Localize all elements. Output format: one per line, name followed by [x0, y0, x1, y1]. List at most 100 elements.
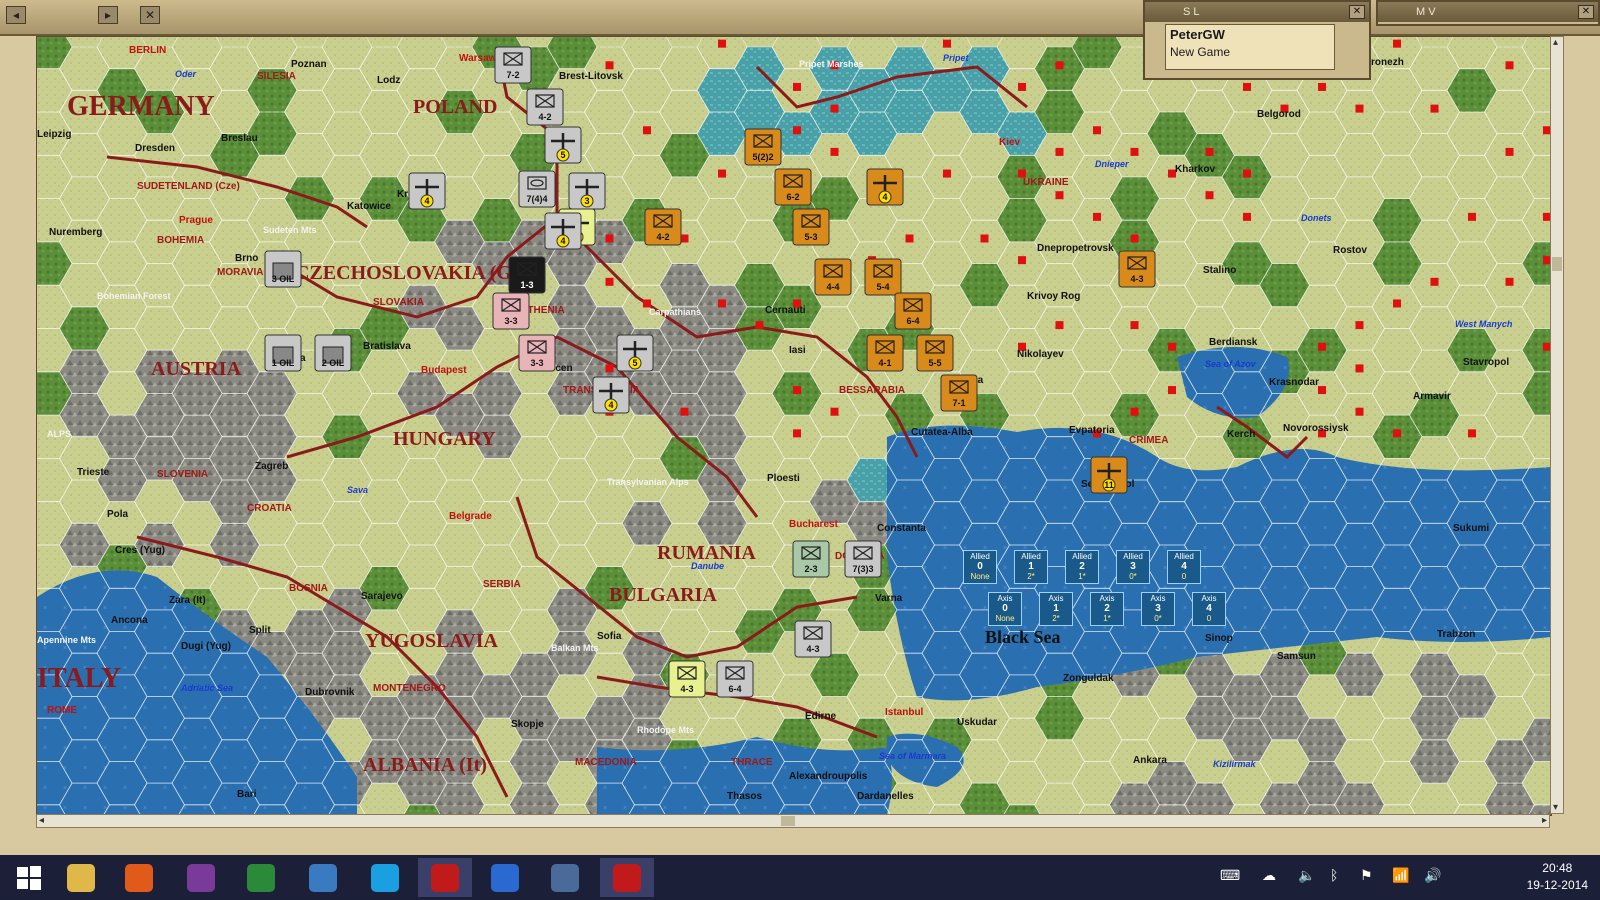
scroll-right-icon[interactable]: ▸	[1542, 815, 1547, 826]
unit-counter[interactable]: 4-4	[814, 258, 852, 296]
unit-counter[interactable]: 3-3	[518, 334, 556, 372]
control-marker	[1018, 82, 1026, 91]
region-label: MORAVIA	[217, 267, 263, 278]
unit-strength: 6-4	[728, 684, 741, 694]
control-marker	[1355, 364, 1364, 373]
scroll-left-icon[interactable]: ◂	[39, 815, 44, 826]
sea-box-number: 0	[977, 561, 983, 572]
sea-zone-box[interactable]: Allied 3 0*	[1116, 550, 1150, 584]
hex-map[interactable]: × GERMANYPOLANDCZECHOSLOVAKIA (G)AUSTRIA…	[37, 37, 1551, 815]
unit-counter[interactable]: 5(2)2	[744, 128, 782, 166]
sea-box-value: 0*	[1129, 572, 1137, 581]
scroll-up-icon[interactable]: ▴	[1553, 37, 1558, 48]
unit-counter[interactable]: 11	[1090, 456, 1128, 494]
unit-counter[interactable]: 4-2	[526, 88, 564, 126]
unit-counter[interactable]: 5	[544, 126, 582, 164]
sea-zone-box[interactable]: Axis 3 0*	[1141, 592, 1175, 626]
keyboard-icon[interactable]: ⌨	[1220, 867, 1240, 884]
colorful-app-icon[interactable]	[174, 858, 228, 897]
network-icon[interactable]: 📶	[1392, 867, 1409, 884]
unit-counter[interactable]: 5-5	[916, 334, 954, 372]
unit-counter[interactable]: 5-4	[864, 258, 902, 296]
unit-counter[interactable]: 3	[568, 172, 606, 210]
file-explorer-icon-glyph	[67, 863, 95, 892]
region-label: SLOVAKIA	[373, 297, 424, 308]
unit-counter[interactable]: 4	[544, 212, 582, 250]
menu-icon[interactable]: ◂	[6, 6, 26, 24]
unit-counter[interactable]: 2-3	[792, 540, 830, 578]
unit-counter[interactable]: 4	[866, 168, 904, 206]
control-marker	[1243, 212, 1251, 221]
unit-strength: 4-2	[656, 232, 669, 242]
unit-counter[interactable]: 5	[616, 334, 654, 372]
unit-counter[interactable]: 4-3	[668, 660, 706, 698]
wif-game-icon-2[interactable]	[600, 858, 654, 897]
city-label: Varna	[875, 593, 903, 604]
unit-counter[interactable]: 4-1	[866, 334, 904, 372]
start-icon[interactable]	[2, 858, 56, 897]
city-label: Uskudar	[957, 717, 997, 728]
volume-icon[interactable]: 🔈	[1298, 867, 1315, 884]
mail-icon[interactable]	[478, 858, 532, 897]
chrome-icon[interactable]	[234, 858, 288, 897]
vertical-scrollbar[interactable]: ▴ ▾	[1550, 36, 1564, 814]
bluetooth-icon[interactable]: ᛒ	[1330, 867, 1338, 883]
game-map[interactable]: × GERMANYPOLANDCZECHOSLOVAKIA (G)AUSTRIA…	[36, 36, 1552, 816]
file-explorer-icon[interactable]	[54, 858, 108, 897]
menu-icon-2[interactable]: ▸	[98, 6, 118, 24]
game-status: New Game	[1170, 45, 1231, 59]
paint-icon[interactable]	[538, 858, 592, 897]
unit-counter[interactable]: 1-3	[508, 256, 546, 294]
terrain-label: Danube	[691, 561, 724, 571]
city-label: Nuremberg	[49, 227, 102, 238]
region-label: THRACE	[731, 757, 773, 768]
speaker-icon[interactable]: 🔊	[1424, 867, 1441, 884]
horizontal-scroll-thumb[interactable]	[781, 816, 795, 826]
horizontal-scrollbar[interactable]: ◂ ▸	[36, 814, 1550, 828]
control-marker	[643, 126, 651, 135]
unit-counter[interactable]: 6-2	[774, 168, 812, 206]
control-marker	[1318, 386, 1326, 395]
unit-counter[interactable]: 2 OIL	[314, 334, 352, 372]
scroll-down-icon[interactable]: ▾	[1553, 802, 1558, 813]
control-marker	[1318, 342, 1326, 351]
thunderbird-icon-glyph	[309, 863, 337, 892]
sea-box-number: 4	[1206, 603, 1212, 614]
unit-counter[interactable]: 6-4	[716, 660, 754, 698]
window-close-button[interactable]: ✕	[140, 6, 160, 24]
unit-counter[interactable]: 4	[408, 172, 446, 210]
unit-counter[interactable]: 3-3	[492, 292, 530, 330]
cloud-icon[interactable]: ☁	[1262, 867, 1276, 884]
thunderbird-icon[interactable]	[296, 858, 350, 897]
sea-zone-box[interactable]: Allied 2 1*	[1065, 550, 1099, 584]
skype-icon[interactable]	[358, 858, 412, 897]
unit-counter[interactable]: 5-3	[792, 208, 830, 246]
unit-counter[interactable]: 4-2	[644, 208, 682, 246]
sea-zone-box[interactable]: Allied 0 None	[963, 550, 997, 584]
city-label: Skopje	[511, 719, 544, 730]
unit-counter[interactable]: 4	[592, 376, 630, 414]
unit-counter[interactable]: 1 OIL	[264, 334, 302, 372]
unit-counter[interactable]: 3 OIL	[264, 250, 302, 288]
unit-counter[interactable]: 7(3)3	[844, 540, 882, 578]
wif-game-icon[interactable]	[418, 858, 472, 897]
sl-close-icon[interactable]: ✕	[1349, 5, 1365, 19]
system-clock[interactable]: 20:48 19-12-2014	[1527, 860, 1588, 894]
sea-zone-box[interactable]: Axis 2 1*	[1090, 592, 1124, 626]
sea-zone-box[interactable]: Axis 0 None	[988, 592, 1022, 626]
media-player-icon[interactable]	[112, 858, 166, 897]
sea-zone-box[interactable]: Allied 4 0	[1167, 550, 1201, 584]
sea-box-number: 2	[1104, 603, 1110, 614]
sea-zone-box[interactable]: Axis 1 2*	[1039, 592, 1073, 626]
unit-counter[interactable]: 7-1	[940, 374, 978, 412]
sea-zone-box[interactable]: Allied 1 2*	[1014, 550, 1048, 584]
unit-counter[interactable]: 6-4	[894, 292, 932, 330]
unit-counter[interactable]: 7-2	[494, 46, 532, 84]
unit-counter[interactable]: 4-3	[1118, 250, 1156, 288]
mv-close-icon[interactable]: ✕	[1578, 5, 1594, 19]
vertical-scroll-thumb[interactable]	[1552, 257, 1562, 271]
unit-counter[interactable]: 4-3	[794, 620, 832, 658]
sea-zone-box[interactable]: Axis 4 0	[1192, 592, 1226, 626]
flag-icon[interactable]: ⚑	[1360, 867, 1373, 884]
unit-counter[interactable]: 7(4)4	[518, 170, 556, 208]
